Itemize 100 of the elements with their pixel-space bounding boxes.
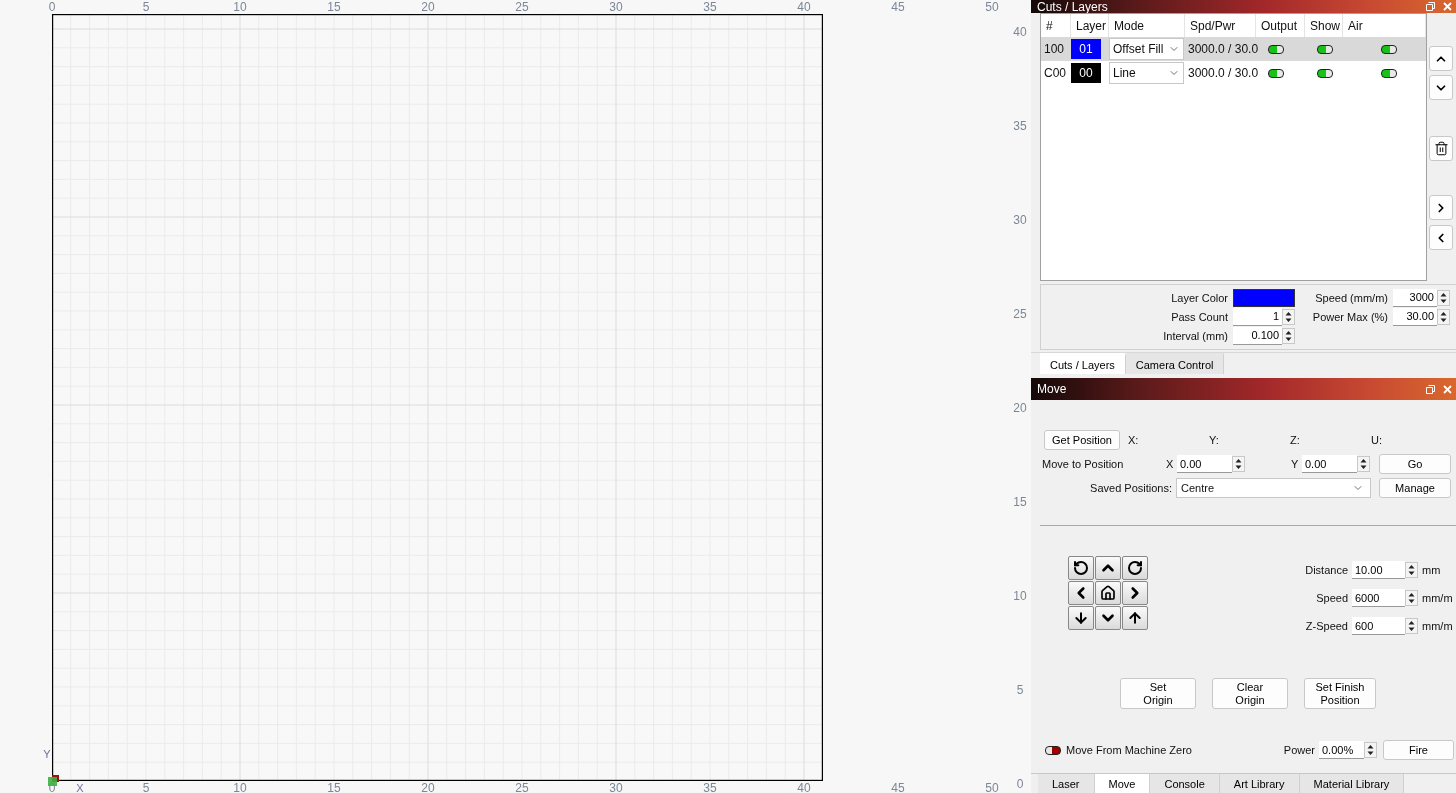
number-field[interactable]: 1 xyxy=(1233,307,1282,326)
mode-dropdown[interactable]: Line xyxy=(1109,62,1184,84)
rotate-left-button[interactable] xyxy=(1068,556,1094,580)
tab[interactable]: Move xyxy=(1094,774,1151,793)
axis-readout-label: X: xyxy=(1128,434,1140,446)
field-label: Power Max (%) xyxy=(1311,310,1388,323)
field-label: Layer Color xyxy=(1170,291,1228,304)
tab[interactable]: Material Library xyxy=(1299,774,1405,793)
position-field[interactable]: 0.00 xyxy=(1177,455,1232,473)
layer-row[interactable]: 100 01 Offset Fill 3000.0 / 30.0 xyxy=(1041,37,1426,61)
ruler-label: 35 xyxy=(703,781,717,793)
spin-arrows-icon[interactable] xyxy=(1232,456,1245,472)
toggle-switch[interactable] xyxy=(1317,44,1333,54)
tab[interactable]: Cuts / Layers xyxy=(1040,353,1126,374)
toggle-switch[interactable] xyxy=(1045,745,1061,755)
close-icon[interactable] xyxy=(1443,2,1452,11)
tab[interactable]: Console xyxy=(1150,774,1220,793)
field-label: Speed (mm/m) xyxy=(1314,291,1388,304)
z-down-button[interactable] xyxy=(1068,606,1094,630)
spin-arrows-icon[interactable] xyxy=(1405,590,1418,606)
action-button[interactable]: Set Origin xyxy=(1120,678,1196,709)
number-field[interactable]: 0.100 xyxy=(1233,326,1282,345)
ruler-label: 45 xyxy=(891,781,905,793)
number-field[interactable]: 600 xyxy=(1352,617,1405,635)
ruler-label: 15 xyxy=(327,781,341,793)
move-down-button[interactable] xyxy=(1429,75,1453,100)
ruler-label: 20 xyxy=(421,0,435,14)
ruler-label: 40 xyxy=(797,781,811,793)
delete-button[interactable] xyxy=(1429,136,1453,161)
ruler-label: 50 xyxy=(985,781,999,793)
action-button[interactable]: Clear Origin xyxy=(1212,678,1288,709)
restore-icon[interactable] xyxy=(1426,384,1435,394)
move-up-button[interactable] xyxy=(1429,46,1453,71)
get-position-button[interactable]: Get Position xyxy=(1044,430,1120,450)
power-field[interactable]: 0.00% xyxy=(1319,741,1364,759)
toggle-switch[interactable] xyxy=(1268,68,1284,78)
tab[interactable]: Laser xyxy=(1038,774,1095,793)
number-field[interactable]: 10.00 xyxy=(1352,561,1405,579)
field-label: Interval (mm) xyxy=(1162,329,1228,342)
spin-arrows-icon[interactable] xyxy=(1282,308,1295,325)
field-label: Pass Count xyxy=(1170,310,1228,323)
rotate-left-icon xyxy=(1073,560,1089,576)
jog-right-button[interactable] xyxy=(1122,581,1148,605)
mode-dropdown[interactable]: Offset Fill xyxy=(1109,38,1184,60)
ruler-label: 35 xyxy=(703,0,717,14)
ruler-label: 10 xyxy=(1013,589,1027,603)
ruler-label: 5 xyxy=(142,781,150,793)
spin-arrows-icon[interactable] xyxy=(1437,308,1450,325)
field-label: Move to Position xyxy=(1042,458,1125,470)
ruler-label: 25 xyxy=(1013,307,1027,321)
table-cell-text: C00 xyxy=(1043,66,1067,80)
expand-button[interactable] xyxy=(1429,195,1453,220)
ruler-label: 50 xyxy=(985,0,999,14)
rotate-right-button[interactable] xyxy=(1122,556,1148,580)
ruler-label: 5 xyxy=(142,0,150,14)
home-icon xyxy=(1100,585,1116,601)
jog-up-button[interactable] xyxy=(1095,556,1121,580)
panel-title: Cuts / Layers xyxy=(1037,0,1108,14)
z-up-button[interactable] xyxy=(1122,606,1148,630)
toggle-switch[interactable] xyxy=(1317,68,1333,78)
axis-label: Y xyxy=(1291,458,1300,470)
field-label: Z-Speed xyxy=(1305,620,1348,632)
spin-arrows-icon[interactable] xyxy=(1357,456,1370,472)
ruler-label: 30 xyxy=(1013,213,1027,227)
tab[interactable]: Art Library xyxy=(1219,774,1300,793)
number-field[interactable]: 6000 xyxy=(1352,589,1405,607)
axis-readout-label: Y: xyxy=(1209,434,1220,446)
ruler-label: 20 xyxy=(421,781,435,793)
table-cell-text: 100 xyxy=(1043,42,1066,56)
tab[interactable]: Camera Control xyxy=(1125,353,1225,374)
number-field[interactable]: 30.00 xyxy=(1393,307,1437,326)
spin-arrows-icon[interactable] xyxy=(1405,562,1418,578)
axis-label: X xyxy=(76,782,84,793)
toggle-label: Move From Machine Zero xyxy=(1066,744,1192,756)
jog-down-button[interactable] xyxy=(1095,606,1121,630)
jog-left-button[interactable] xyxy=(1068,581,1094,605)
manage-button[interactable]: Manage xyxy=(1379,478,1451,498)
field-label: Saved Positions: xyxy=(1089,482,1172,494)
spin-arrows-icon[interactable] xyxy=(1405,618,1418,634)
collapse-button[interactable] xyxy=(1429,225,1453,250)
toggle-switch[interactable] xyxy=(1268,44,1284,54)
toggle-switch[interactable] xyxy=(1381,44,1397,54)
spin-arrows-icon[interactable] xyxy=(1282,327,1295,344)
ruler-label: 20 xyxy=(1013,401,1027,415)
fire-button[interactable]: Fire xyxy=(1383,740,1454,760)
field-label: Power xyxy=(1283,744,1315,756)
toggle-switch[interactable] xyxy=(1381,68,1397,78)
panel-title: Move xyxy=(1037,382,1067,396)
ruler-label: 30 xyxy=(609,781,623,793)
spin-arrows-icon[interactable] xyxy=(1364,742,1377,758)
number-field[interactable]: 3000 xyxy=(1393,288,1437,307)
spin-arrows-icon[interactable] xyxy=(1437,289,1450,306)
restore-icon[interactable] xyxy=(1426,2,1435,11)
home-button[interactable] xyxy=(1095,581,1121,605)
close-icon[interactable] xyxy=(1443,384,1452,394)
action-button[interactable]: Set Finish Position xyxy=(1304,678,1376,709)
color-field[interactable] xyxy=(1233,288,1295,307)
saved-positions-dropdown[interactable]: Centre xyxy=(1176,478,1371,498)
go-button[interactable]: Go xyxy=(1379,454,1451,474)
position-field[interactable]: 0.00 xyxy=(1302,455,1357,473)
